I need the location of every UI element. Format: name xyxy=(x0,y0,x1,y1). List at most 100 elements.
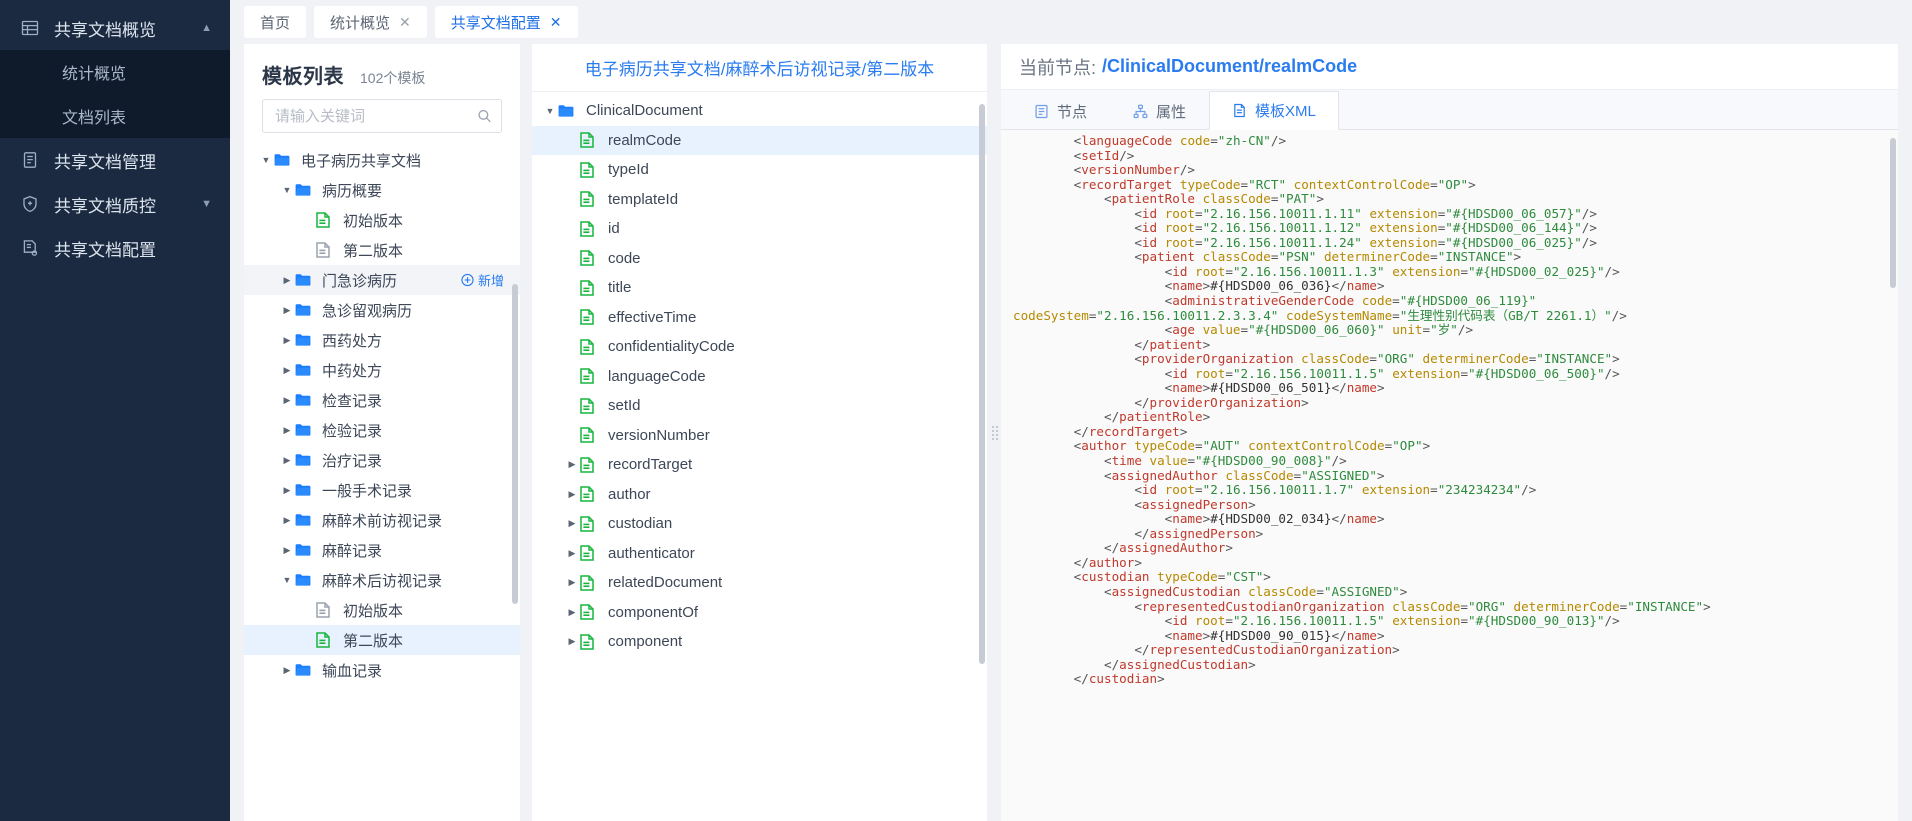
template-tree-node-label: 初始版本 xyxy=(343,212,404,230)
template-tree-node[interactable]: ▶初始版本 xyxy=(244,595,520,625)
template-tree[interactable]: ▼电子病历共享文档▼病历概要▶初始版本▶第二版本▶门急诊病历新增▶急诊留观病历▶… xyxy=(244,145,520,821)
node-tree-item[interactable]: ▶effectiveTime xyxy=(532,303,987,333)
node-tree-item-label: recordTarget xyxy=(608,456,693,474)
node-tree-item-label: realmCode xyxy=(608,131,682,149)
chevron-right-icon[interactable]: ▶ xyxy=(279,305,295,315)
node-tree-item[interactable]: ▶confidentialityCode xyxy=(532,332,987,362)
chevron-right-icon[interactable]: ▶ xyxy=(564,518,580,529)
node-tree-item[interactable]: ▶ custodian xyxy=(532,509,987,539)
content-columns: 模板列表 102个模板 ▼电子病历共享文档▼病历概要▶初始版 xyxy=(230,44,1912,821)
template-tree-node[interactable]: ▶ 急诊留观病历 xyxy=(244,295,520,325)
chevron-down-icon[interactable]: ▼ xyxy=(279,185,295,195)
xml-viewer[interactable]: <languageCode code="zh-CN"/> <setId/> <v… xyxy=(1001,130,1898,821)
node-tree-item[interactable]: ▶languageCode xyxy=(532,362,987,392)
chevron-right-icon[interactable]: ▶ xyxy=(279,275,295,285)
tab-attributes[interactable]: 属性 xyxy=(1110,91,1209,130)
chevron-right-icon[interactable]: ▶ xyxy=(279,455,295,465)
template-tree-node[interactable]: ▶ 检查记录 xyxy=(244,385,520,415)
template-tree-node[interactable]: ▼ 电子病历共享文档 xyxy=(244,145,520,175)
xml-code: <languageCode code="zh-CN"/> <setId/> <v… xyxy=(1013,133,1711,687)
template-tree-node[interactable]: ▶初始版本 xyxy=(244,205,520,235)
chevron-right-icon[interactable]: ▶ xyxy=(279,665,295,675)
node-tree-item[interactable]: ▶id xyxy=(532,214,987,244)
sidebar-item-doc-config[interactable]: 共享文档配置 xyxy=(0,226,230,270)
node-tree-item[interactable]: ▼ ClinicalDocument xyxy=(532,96,987,126)
chevron-right-icon[interactable]: ▶ xyxy=(279,425,295,435)
node-tree-item[interactable]: ▶title xyxy=(532,273,987,303)
chevron-down-icon[interactable]: ▼ xyxy=(542,106,558,116)
sidebar-item-label: 共享文档管理 xyxy=(54,152,156,172)
chevron-right-icon[interactable]: ▶ xyxy=(279,515,295,525)
chevron-right-icon[interactable]: ▶ xyxy=(564,548,580,559)
node-tree-item-label: componentOf xyxy=(608,603,699,621)
chevron-down-icon[interactable]: ▼ xyxy=(201,198,212,210)
panel-splitter[interactable] xyxy=(987,44,1001,821)
chevron-right-icon[interactable]: ▶ xyxy=(564,607,580,618)
node-tree-item-label: id xyxy=(608,220,620,238)
template-tree-scrollbar[interactable] xyxy=(512,284,518,604)
chevron-right-icon[interactable]: ▶ xyxy=(279,485,295,495)
tab-doc-config[interactable]: 共享文档配置 ✕ xyxy=(434,6,578,38)
shield-plus-icon xyxy=(20,194,40,214)
tab-home[interactable]: 首页 xyxy=(244,6,307,38)
template-tree-node[interactable]: ▶ 治疗记录 xyxy=(244,445,520,475)
template-tree-node[interactable]: ▼ 病历概要 xyxy=(244,175,520,205)
template-tree-node[interactable]: ▶ 西药处方 xyxy=(244,325,520,355)
template-tree-node[interactable]: ▶ 中药处方 xyxy=(244,355,520,385)
template-tree-node[interactable]: ▶ 输血记录 xyxy=(244,655,520,685)
node-tree[interactable]: ▼ClinicalDocument▶realmCode▶typeId▶templ… xyxy=(532,92,987,821)
node-tree-item[interactable]: ▶ author xyxy=(532,480,987,510)
node-tree-item[interactable]: ▶ relatedDocument xyxy=(532,568,987,598)
sidebar-item-doc-quality[interactable]: 共享文档质控 ▼ xyxy=(0,182,230,226)
template-tree-node-label: 中药处方 xyxy=(322,362,383,380)
folder-icon xyxy=(295,513,317,527)
search-box[interactable] xyxy=(262,99,502,133)
file-icon xyxy=(580,250,604,266)
node-tree-item[interactable]: ▶typeId xyxy=(532,155,987,185)
tab-node[interactable]: 节点 xyxy=(1011,91,1110,130)
add-template-button[interactable]: 新增 xyxy=(461,271,504,290)
file-icon xyxy=(580,191,604,207)
close-icon[interactable]: ✕ xyxy=(550,15,562,29)
tab-stat-overview[interactable]: 统计概览 ✕ xyxy=(314,6,427,38)
chevron-down-icon[interactable]: ▼ xyxy=(258,155,274,165)
chevron-right-icon[interactable]: ▶ xyxy=(279,365,295,375)
node-tree-item[interactable]: ▶templateId xyxy=(532,185,987,215)
node-tree-item[interactable]: ▶realmCode xyxy=(532,125,987,155)
search-icon[interactable] xyxy=(477,109,492,124)
chevron-right-icon[interactable]: ▶ xyxy=(279,335,295,345)
template-tree-node[interactable]: ▶ 检验记录 xyxy=(244,415,520,445)
sidebar-item-doc-list[interactable]: 文档列表 xyxy=(0,94,230,138)
sidebar-item-stat-overview[interactable]: 统计概览 xyxy=(0,50,230,94)
chevron-right-icon[interactable]: ▶ xyxy=(564,636,580,647)
node-tree-item[interactable]: ▶code xyxy=(532,244,987,274)
sidebar-item-doc-management[interactable]: 共享文档管理 xyxy=(0,138,230,182)
template-tree-node[interactable]: ▶ 一般手术记录 xyxy=(244,475,520,505)
node-tree-scrollbar[interactable] xyxy=(979,104,985,664)
chevron-right-icon[interactable]: ▶ xyxy=(279,395,295,405)
xml-scrollbar[interactable] xyxy=(1890,138,1896,288)
chevron-right-icon[interactable]: ▶ xyxy=(279,545,295,555)
chevron-down-icon[interactable]: ▼ xyxy=(279,575,295,585)
node-tree-item[interactable]: ▶ recordTarget xyxy=(532,450,987,480)
template-tree-node[interactable]: ▶第二版本 xyxy=(244,625,520,655)
template-tree-node[interactable]: ▶第二版本 xyxy=(244,235,520,265)
chevron-right-icon[interactable]: ▶ xyxy=(564,489,580,500)
template-tree-node[interactable]: ▶ 麻醉术前访视记录 xyxy=(244,505,520,535)
sidebar-item-overview[interactable]: 共享文档概览 ▲ xyxy=(0,6,230,50)
chevron-up-icon[interactable]: ▲ xyxy=(201,22,212,34)
template-tree-node[interactable]: ▶ 麻醉记录 xyxy=(244,535,520,565)
node-tree-item[interactable]: ▶ componentOf xyxy=(532,598,987,628)
node-tree-item[interactable]: ▶versionNumber xyxy=(532,421,987,451)
node-tree-item[interactable]: ▶setId xyxy=(532,391,987,421)
template-tree-node[interactable]: ▶ 门急诊病历 新增 xyxy=(244,265,520,295)
close-icon[interactable]: ✕ xyxy=(399,15,411,29)
chevron-right-icon[interactable]: ▶ xyxy=(564,459,580,470)
template-tree-node[interactable]: ▼ 麻醉术后访视记录 xyxy=(244,565,520,595)
tab-template-xml[interactable]: 模板XML xyxy=(1209,91,1339,130)
breadcrumb[interactable]: 电子病历共享文档/麻醉术后访视记录/第二版本 xyxy=(532,44,987,92)
node-tree-item[interactable]: ▶ authenticator xyxy=(532,539,987,569)
chevron-right-icon[interactable]: ▶ xyxy=(564,577,580,588)
node-tree-item[interactable]: ▶ component xyxy=(532,627,987,657)
search-input[interactable] xyxy=(263,100,501,132)
